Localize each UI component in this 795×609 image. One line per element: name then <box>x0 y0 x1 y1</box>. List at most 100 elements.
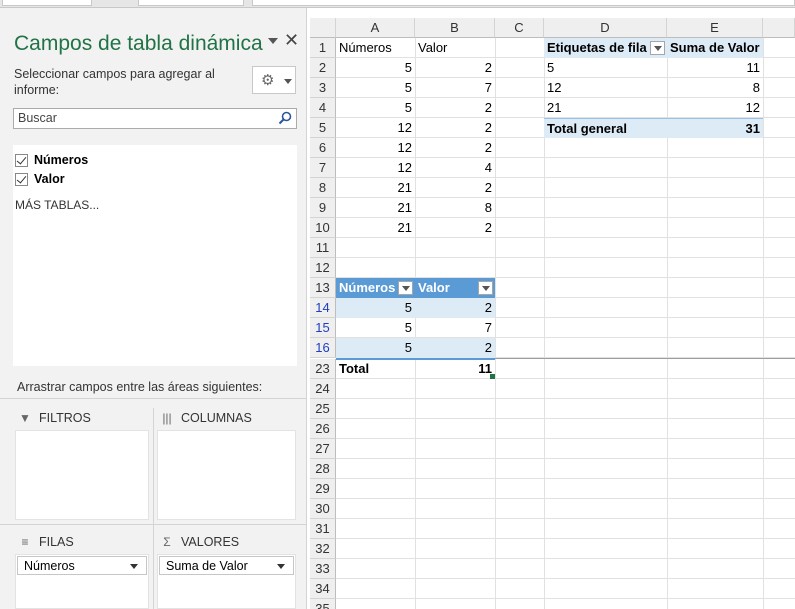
row-header[interactable]: 8 <box>310 178 336 198</box>
pane-instruction: Seleccionar campos para agregar al infor… <box>14 67 215 97</box>
gridline <box>336 398 795 399</box>
cell-b[interactable]: 4 <box>415 158 495 178</box>
table-cell-b[interactable]: 2 <box>415 298 495 318</box>
search-input[interactable]: Buscar <box>13 108 297 129</box>
row-header[interactable]: 15 <box>310 318 336 338</box>
cell-b[interactable]: 2 <box>415 98 495 118</box>
table-cell-a[interactable]: 5 <box>336 298 415 318</box>
cell-a[interactable]: 5 <box>336 98 415 118</box>
column-header-c[interactable]: C <box>495 18 544 38</box>
search-icon[interactable] <box>278 111 292 125</box>
cell-b[interactable]: 2 <box>415 118 495 138</box>
pivot-row-label[interactable]: 21 <box>544 98 667 118</box>
row-header[interactable]: 26 <box>310 419 336 439</box>
row-header[interactable]: 23 <box>310 359 336 379</box>
chevron-down-icon[interactable] <box>277 564 285 569</box>
row-header[interactable]: 25 <box>310 399 336 419</box>
close-icon[interactable]: ✕ <box>284 30 299 51</box>
field-item-valor[interactable]: Valor <box>15 170 65 188</box>
area-header-rows: ≡ FILAS <box>17 535 73 549</box>
row-header[interactable]: 7 <box>310 158 336 178</box>
row-header[interactable]: 9 <box>310 198 336 218</box>
cell-b[interactable]: 2 <box>415 218 495 238</box>
column-header-a[interactable]: A <box>336 18 415 38</box>
pane-options-dropdown-icon[interactable] <box>268 38 278 44</box>
values-field-chip[interactable]: Suma de Valor <box>159 556 294 575</box>
row-header[interactable]: 32 <box>310 539 336 559</box>
cell-a[interactable]: 5 <box>336 58 415 78</box>
column-header-b[interactable]: B <box>415 18 495 38</box>
table-cell-a[interactable]: 5 <box>336 318 415 338</box>
row-header[interactable]: 6 <box>310 138 336 158</box>
pivot-header-row-labels[interactable]: Etiquetas de fila <box>544 38 667 58</box>
row-header[interactable]: 29 <box>310 479 336 499</box>
row-header[interactable]: 10 <box>310 218 336 238</box>
name-box[interactable] <box>2 0 92 6</box>
pivot-row-value[interactable]: 11 <box>667 58 763 78</box>
tools-button[interactable]: ⚙ <box>252 66 296 94</box>
worksheet-grid[interactable]: A B C D E 1 2 3 4 5 6 7 8 9 10 11 12 13 14 15 16 23 24 25 2… <box>310 18 795 609</box>
table-cell-b[interactable]: 7 <box>415 318 495 338</box>
filter-dropdown-icon[interactable] <box>478 281 493 295</box>
cell-a[interactable]: 21 <box>336 218 415 238</box>
row-header[interactable]: 33 <box>310 559 336 579</box>
cell-b[interactable]: 2 <box>415 178 495 198</box>
table-cell-b[interactable]: 2 <box>415 338 495 358</box>
row-header[interactable]: 27 <box>310 439 336 459</box>
column-header-f[interactable] <box>763 18 795 38</box>
row-header[interactable]: 28 <box>310 459 336 479</box>
row-header[interactable]: 24 <box>310 379 336 399</box>
cell-b1[interactable]: Valor <box>415 38 495 58</box>
pivot-row-value[interactable]: 12 <box>667 98 763 118</box>
cell-a[interactable]: 12 <box>336 158 415 178</box>
row-header[interactable]: 3 <box>310 78 336 98</box>
row-header[interactable]: 16 <box>310 338 336 358</box>
table-cell-a[interactable]: 5 <box>336 338 415 358</box>
fill-handle[interactable] <box>490 374 495 379</box>
cell-a[interactable]: 12 <box>336 138 415 158</box>
pivot-total-value[interactable]: 31 <box>667 118 763 138</box>
table-total-value[interactable]: 11 <box>415 359 495 379</box>
row-header[interactable]: 4 <box>310 98 336 118</box>
cell-b[interactable]: 8 <box>415 198 495 218</box>
cell-a[interactable]: 21 <box>336 198 415 218</box>
cell-a[interactable]: 21 <box>336 178 415 198</box>
row-header[interactable]: 1 <box>310 38 336 58</box>
chevron-down-icon[interactable] <box>130 564 138 569</box>
row-header[interactable]: 35 <box>310 599 336 609</box>
rows-field-chip[interactable]: Números <box>17 556 147 575</box>
row-header[interactable]: 12 <box>310 258 336 278</box>
pivot-row-label[interactable]: 5 <box>544 58 667 78</box>
pivot-row-label[interactable]: 12 <box>544 78 667 98</box>
pivot-header-sum[interactable]: Suma de Valor <box>667 38 763 58</box>
more-tables-link[interactable]: MÁS TABLAS... <box>15 198 99 212</box>
filter-dropdown-icon[interactable] <box>650 41 665 55</box>
filter-active-icon[interactable] <box>398 281 413 295</box>
formula-input[interactable] <box>252 0 795 6</box>
cell-b[interactable]: 7 <box>415 78 495 98</box>
cell-a1[interactable]: Números <box>336 38 415 58</box>
row-header[interactable]: 5 <box>310 118 336 138</box>
row-header[interactable]: 2 <box>310 58 336 78</box>
column-header-e[interactable]: E <box>667 18 763 38</box>
row-header[interactable]: 14 <box>310 298 336 318</box>
pivot-total-label[interactable]: Total general <box>544 118 667 138</box>
checkbox-checked-icon[interactable] <box>15 153 28 167</box>
cell-a[interactable]: 5 <box>336 78 415 98</box>
row-header[interactable]: 30 <box>310 499 336 519</box>
select-all-corner[interactable] <box>310 18 336 38</box>
columns-drop-area[interactable] <box>157 430 296 520</box>
table-total-label[interactable]: Total <box>336 359 415 379</box>
checkbox-checked-icon[interactable] <box>15 172 28 186</box>
row-header[interactable]: 34 <box>310 579 336 599</box>
field-item-numeros[interactable]: Números <box>15 151 88 169</box>
cell-b[interactable]: 2 <box>415 58 495 78</box>
column-header-d[interactable]: D <box>544 18 667 38</box>
pivot-row-value[interactable]: 8 <box>667 78 763 98</box>
filters-drop-area[interactable] <box>15 430 149 520</box>
cell-b[interactable]: 2 <box>415 138 495 158</box>
row-header[interactable]: 31 <box>310 519 336 539</box>
cell-a[interactable]: 12 <box>336 118 415 138</box>
row-header[interactable]: 13 <box>310 278 336 298</box>
row-header[interactable]: 11 <box>310 238 336 258</box>
